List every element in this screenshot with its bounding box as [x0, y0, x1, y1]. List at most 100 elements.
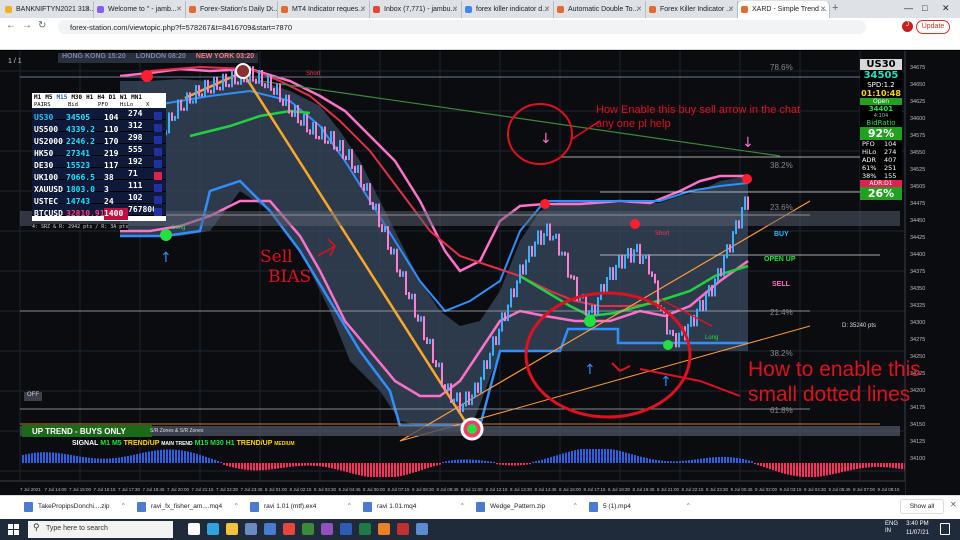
timeframe-tab[interactable]: H1: [86, 94, 93, 101]
table-row[interactable]: XAUUSD 1803.0 3 111: [32, 180, 166, 194]
tab-close-icon[interactable]: ✕: [820, 5, 826, 13]
chevron-up-icon[interactable]: ⌃: [573, 502, 578, 510]
reload-icon[interactable]: ↻: [38, 20, 46, 31]
candle: [312, 122, 314, 135]
candle: [585, 293, 587, 316]
clock[interactable]: 3:40 PM 11/07/21: [906, 520, 929, 538]
candle: [282, 99, 284, 106]
time-tick-label: 8 Jul 12:15: [486, 487, 509, 492]
download-item[interactable]: ravi 1.01 (mtf).ex4 ⌃: [248, 498, 352, 516]
browser-tab[interactable]: Automatic Double To... ✕: [554, 1, 646, 18]
new-tab-button[interactable]: +: [832, 2, 838, 14]
system-tray: ENG IN: [885, 521, 898, 535]
table-row[interactable]: UK100 7066.5 38 71: [32, 168, 166, 182]
table-row[interactable]: USTEC 14743 24 102: [32, 192, 166, 206]
histogram-bar: [181, 450, 183, 463]
browser-tab[interactable]: BANKNIFTYN2021 313... ✕: [2, 1, 94, 18]
back-icon[interactable]: ←: [6, 20, 16, 31]
word-icon[interactable]: [340, 523, 352, 535]
browser-tab[interactable]: XARD - Simple Trend ... ✕: [738, 1, 830, 18]
table-row[interactable]: BTCUSD32810.911400767800: [32, 204, 166, 220]
histogram-bar: [298, 463, 300, 466]
metatrader-icon[interactable]: [302, 523, 314, 535]
windows-start-icon[interactable]: [8, 524, 19, 535]
time-tick-label: 8 Jul 11:00: [461, 487, 483, 492]
notification-icon[interactable]: [940, 523, 950, 535]
candle: [369, 183, 371, 206]
timeframe-tab[interactable]: M1: [34, 94, 41, 101]
timeframe-tab[interactable]: H4: [97, 94, 104, 101]
trading-chart[interactable]: ↑ ↑ ↑ ↓ ↓ 34675 34650 34625 34600 34575 34550…: [0, 51, 960, 495]
download-item[interactable]: Wedge_Pattern.zip ⌃: [474, 498, 578, 516]
timeframe-tab[interactable]: M15: [56, 94, 67, 101]
url-input[interactable]: forex-station.com/viewtopic.php?f=578267…: [58, 20, 866, 34]
update-button[interactable]: Update: [916, 20, 950, 34]
timeframe-tab[interactable]: M5: [45, 94, 52, 101]
browser-tab[interactable]: Inbox (7,771) - jambu... ✕: [370, 1, 462, 18]
avatar[interactable]: J: [902, 21, 913, 32]
timeframe-tab[interactable]: W1: [120, 94, 127, 101]
maximize-icon[interactable]: □: [922, 3, 927, 13]
tab-close-icon[interactable]: ✕: [728, 5, 734, 13]
download-item[interactable]: TakePropipsDonchi....zip ⌃: [22, 498, 126, 516]
histogram-bar: [166, 449, 168, 463]
tab-close-icon[interactable]: ✕: [544, 5, 550, 13]
browser-tab[interactable]: Welcome to '' - jamb... ✕: [94, 1, 186, 18]
chevron-up-icon[interactable]: ⌃: [234, 502, 239, 510]
download-item[interactable]: ravi 1.01.mq4 ⌃: [361, 498, 465, 516]
tab-close-icon[interactable]: ✕: [636, 5, 642, 13]
tab-close-icon[interactable]: ✕: [176, 5, 182, 13]
browser-tab[interactable]: MT4 Indicator reques... ✕: [278, 1, 370, 18]
timeframe-tab[interactable]: D1: [109, 94, 116, 101]
table-row[interactable]: US500 4339.2 110 312: [32, 120, 166, 134]
pfo-cell: 1400: [104, 208, 128, 220]
table-row[interactable]: DE30 15523 117 192: [32, 156, 166, 170]
file-icon: [363, 502, 372, 512]
excel-icon[interactable]: [359, 523, 371, 535]
candle: [513, 288, 515, 298]
tab-close-icon[interactable]: ✕: [360, 5, 366, 13]
table-row[interactable]: US2000 2246.2 170 298: [32, 132, 166, 146]
chevron-up-icon[interactable]: ⌃: [460, 502, 465, 510]
app-icon[interactable]: [397, 523, 409, 535]
table-row[interactable]: US30 34505 104 274: [32, 108, 166, 122]
timeframe-tab[interactable]: M30: [71, 94, 82, 101]
close-icon[interactable]: ✕: [942, 3, 950, 14]
edge-icon[interactable]: [207, 523, 219, 535]
tab-close-icon[interactable]: ✕: [268, 5, 274, 13]
chevron-up-icon[interactable]: ⌃: [347, 502, 352, 510]
close-downloads-icon[interactable]: ✕: [950, 500, 957, 509]
download-item[interactable]: 5 (1).mp4 ⌃: [587, 498, 691, 516]
timeframe-tab[interactable]: MN1: [131, 94, 142, 101]
browser-tab[interactable]: Forex Killer Indicator ... ✕: [646, 1, 738, 18]
tab-close-icon[interactable]: ✕: [84, 5, 90, 13]
task-view-icon[interactable]: [188, 523, 200, 535]
mail-icon[interactable]: [264, 523, 276, 535]
histogram-bar: [178, 450, 180, 463]
tab-close-icon[interactable]: ✕: [452, 5, 458, 13]
app-icon[interactable]: [321, 523, 333, 535]
download-item[interactable]: ravi_fx_fisher_am....mq4 ⌃: [135, 498, 239, 516]
taskbar-search-input[interactable]: Type here to search: [28, 521, 173, 538]
histogram-bar: [607, 449, 609, 463]
histogram-bar: [271, 463, 273, 470]
language-indicator[interactable]: ENG: [885, 521, 898, 528]
off-button[interactable]: OFF: [24, 392, 42, 401]
download-filename: Wedge_Pattern.zip: [490, 503, 546, 510]
store-icon[interactable]: [245, 523, 257, 535]
chevron-up-icon[interactable]: ⌃: [121, 502, 126, 510]
browser-tab[interactable]: Forex-Station's Daily D... ✕: [186, 1, 278, 18]
vlc-icon[interactable]: [378, 523, 390, 535]
chevron-up-icon[interactable]: ⌃: [686, 502, 691, 510]
histogram-bar: [544, 458, 546, 463]
histogram-bar: [115, 457, 117, 463]
show-all-button[interactable]: Show all: [900, 499, 944, 514]
histogram-bar: [814, 463, 816, 477]
minimize-icon[interactable]: —: [904, 3, 913, 13]
file-explorer-icon[interactable]: [226, 523, 238, 535]
table-row[interactable]: HK50 27341 219 555: [32, 144, 166, 158]
forward-icon[interactable]: →: [22, 20, 32, 31]
browser-tab[interactable]: forex killer indicator d... ✕: [462, 1, 554, 18]
explorer-icon[interactable]: [416, 523, 428, 535]
chrome-icon[interactable]: [283, 523, 295, 535]
